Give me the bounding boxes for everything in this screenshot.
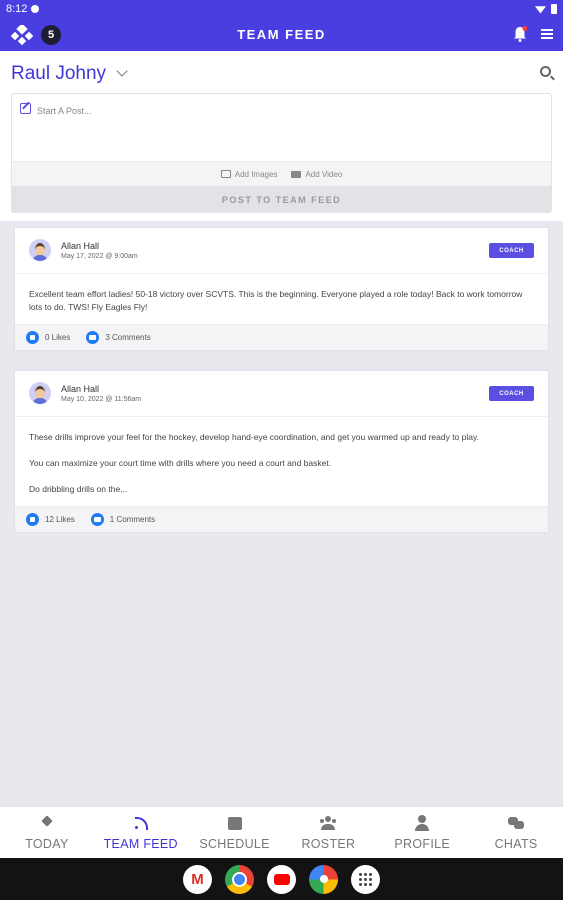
- thumbs-up-icon: [26, 331, 39, 344]
- roster-icon: [320, 815, 336, 831]
- likes-count: 12 Likes: [45, 515, 75, 524]
- nav-roster[interactable]: ROSTER: [281, 807, 375, 858]
- post-composer: Start A Post... Add Images Add Video POS…: [11, 93, 552, 213]
- nav-label: TODAY: [25, 837, 69, 851]
- post-paragraph: These drills improve your feel for the h…: [29, 432, 479, 442]
- wifi-icon: [535, 6, 546, 14]
- avatar[interactable]: [29, 382, 51, 404]
- nav-team-feed[interactable]: TEAM FEED: [94, 807, 188, 858]
- avatar[interactable]: [29, 239, 51, 261]
- photos-icon[interactable]: [309, 864, 338, 894]
- gmail-icon[interactable]: M: [183, 864, 212, 894]
- add-video-label: Add Video: [305, 169, 343, 179]
- notification-bell-icon[interactable]: [513, 26, 527, 42]
- post-header: Allan Hall May 10, 2022 @ 11:56am COACH: [15, 371, 548, 417]
- coach-badge: COACH: [489, 386, 534, 401]
- comments-count: 1 Comments: [109, 515, 156, 524]
- nav-label: SCHEDULE: [199, 837, 270, 851]
- chats-icon: [508, 815, 525, 831]
- post-to-team-feed-button[interactable]: POST TO TEAM FEED: [12, 186, 551, 213]
- post-date: May 17, 2022 @ 9:00am: [61, 253, 138, 260]
- feed-post: Allan Hall May 17, 2022 @ 9:00am COACH E…: [14, 227, 549, 351]
- nav-label: ROSTER: [301, 837, 356, 851]
- comments-button[interactable]: 3 Comments: [86, 331, 151, 344]
- post-paragraph: You can maximize your court time with dr…: [29, 458, 332, 468]
- nav-chats[interactable]: CHATS: [469, 807, 563, 858]
- like-button[interactable]: 12 Likes: [26, 513, 75, 526]
- battery-icon: [551, 4, 557, 14]
- edit-icon: [20, 103, 31, 114]
- composer-section: Start A Post... Add Images Add Video POS…: [0, 93, 563, 221]
- status-bar: 8:12: [0, 0, 563, 18]
- bottom-navigation: TODAY TEAM FEED SCHEDULE ROSTER PROFILE …: [0, 806, 563, 858]
- chrome-icon[interactable]: [225, 864, 254, 894]
- youtube-icon[interactable]: [267, 864, 296, 894]
- likes-count: 0 Likes: [45, 333, 71, 342]
- add-images-button[interactable]: Add Images: [220, 169, 278, 179]
- coach-badge: COACH: [489, 243, 534, 258]
- search-icon[interactable]: [540, 66, 551, 77]
- page-title: TEAM FEED: [237, 27, 326, 42]
- calendar-icon: [227, 815, 243, 831]
- user-header: Raul Johny: [0, 51, 563, 93]
- post-body[interactable]: Excellent team effort ladies! 50-18 vict…: [15, 274, 548, 324]
- app-bar: 5 TEAM FEED: [0, 18, 563, 51]
- video-icon: [291, 170, 302, 178]
- today-icon: [39, 815, 55, 831]
- feed-icon: [133, 815, 149, 831]
- nav-profile[interactable]: PROFILE: [375, 807, 469, 858]
- nav-label: CHATS: [494, 837, 538, 851]
- post-footer: 0 Likes 3 Comments: [15, 324, 548, 350]
- nav-schedule[interactable]: SCHEDULE: [188, 807, 282, 858]
- post-date: May 10, 2022 @ 11:56am: [61, 396, 142, 403]
- android-dock: M: [0, 858, 563, 900]
- user-name-selector[interactable]: Raul Johny: [11, 63, 106, 85]
- profile-icon: [414, 815, 430, 831]
- post-input[interactable]: Start A Post...: [37, 106, 92, 116]
- status-time: 8:12: [6, 3, 28, 15]
- comments-button[interactable]: 1 Comments: [90, 513, 156, 526]
- hamburger-menu-icon[interactable]: [541, 29, 553, 39]
- add-video-button[interactable]: Add Video: [291, 170, 342, 179]
- post-body[interactable]: These drills improve your feel for the h…: [15, 417, 548, 506]
- post-author[interactable]: Allan Hall: [61, 241, 99, 251]
- comment-icon: [86, 331, 100, 344]
- chevron-down-icon[interactable]: [116, 65, 128, 77]
- add-images-label: Add Images: [234, 169, 278, 179]
- feed-post: Allan Hall May 10, 2022 @ 11:56am COACH …: [14, 370, 549, 533]
- like-button[interactable]: 0 Likes: [26, 331, 70, 344]
- comment-icon: [90, 513, 104, 526]
- nav-label: TEAM FEED: [103, 837, 178, 851]
- media-attach-row: Add Images Add Video: [12, 161, 551, 186]
- comments-count: 3 Comments: [105, 333, 151, 342]
- post-author[interactable]: Allan Hall: [61, 384, 99, 394]
- post-paragraph: Excellent team effort ladies! 50-18 vict…: [29, 289, 523, 312]
- post-header: Allan Hall May 17, 2022 @ 9:00am COACH: [15, 228, 548, 274]
- app-drawer-icon[interactable]: [351, 864, 380, 894]
- nav-today[interactable]: TODAY: [0, 807, 94, 858]
- nav-label: PROFILE: [394, 837, 451, 851]
- thumbs-up-icon: [26, 513, 39, 526]
- message-notification-icon: [31, 5, 40, 13]
- post-footer: 12 Likes 1 Comments: [15, 506, 548, 532]
- post-paragraph: Do dribbling drills on the...: [29, 484, 128, 494]
- image-icon: [220, 170, 231, 178]
